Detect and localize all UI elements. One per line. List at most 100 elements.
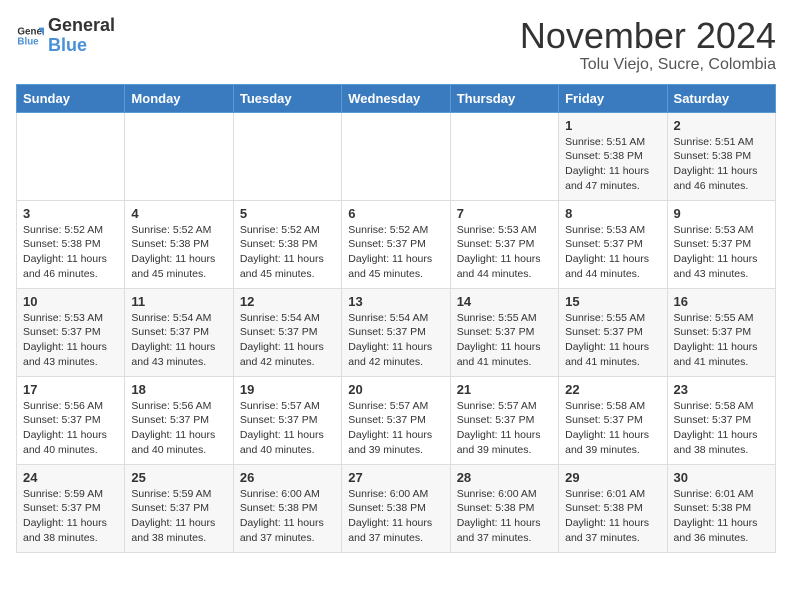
calendar-cell: 3 Sunrise: 5:52 AM Sunset: 5:38 PM Daylig… xyxy=(17,200,125,288)
day-number: 20 xyxy=(348,382,443,397)
calendar-cell: 21 Sunrise: 5:57 AM Sunset: 5:37 PM Dayli… xyxy=(450,376,558,464)
day-number: 25 xyxy=(131,470,226,485)
day-info: Sunrise: 6:01 AM Sunset: 5:38 PM Dayligh… xyxy=(674,487,769,546)
calendar-cell: 8Sunrise: 5:53 AM Sunset: 5:37 PM Daylig… xyxy=(559,200,667,288)
title-block: November 2024 Tolu Viejo, Sucre, Colombi… xyxy=(520,16,776,74)
day-info: Sunrise: 5:58 AM Sunset: 5:37 PM Dayligh… xyxy=(674,399,769,458)
logo-general-text: General xyxy=(48,16,115,36)
calendar-week-row: 1 Sunrise: 5:51 AM Sunset: 5:38 PM Daylig… xyxy=(17,112,776,200)
day-number: 2 xyxy=(674,118,769,133)
calendar-week-row: 24 Sunrise: 5:59 AM Sunset: 5:37 PM Dayli… xyxy=(17,464,776,552)
day-number: 30 xyxy=(674,470,769,485)
weekday-header-wednesday: Wednesday xyxy=(342,84,450,112)
calendar-cell: 18 Sunrise: 5:56 AM Sunset: 5:37 PM Dayli… xyxy=(125,376,233,464)
day-number: 9 xyxy=(674,206,769,221)
logo: General Blue General Blue xyxy=(16,16,115,56)
day-number: 27 xyxy=(348,470,443,485)
day-number: 11 xyxy=(131,294,226,309)
day-number: 24 xyxy=(23,470,118,485)
day-number: 6 xyxy=(348,206,443,221)
day-info: Sunrise: 5:54 AM Sunset: 5:37 PM Dayligh… xyxy=(240,311,335,370)
day-info: Sunrise: 5:52 AM Sunset: 5:38 PM Dayligh… xyxy=(131,223,226,282)
calendar-cell: 14 Sunrise: 5:55 AM Sunset: 5:37 PM Dayli… xyxy=(450,288,558,376)
day-number: 19 xyxy=(240,382,335,397)
calendar-cell: 15Sunrise: 5:55 AM Sunset: 5:37 PM Dayli… xyxy=(559,288,667,376)
day-info: Sunrise: 6:00 AM Sunset: 5:38 PM Dayligh… xyxy=(240,487,335,546)
day-number: 14 xyxy=(457,294,552,309)
day-number: 5 xyxy=(240,206,335,221)
calendar-cell: 9 Sunrise: 5:53 AM Sunset: 5:37 PM Daylig… xyxy=(667,200,775,288)
calendar-cell: 30 Sunrise: 6:01 AM Sunset: 5:38 PM Dayli… xyxy=(667,464,775,552)
day-number: 23 xyxy=(674,382,769,397)
day-info: Sunrise: 5:53 AM Sunset: 5:37 PM Dayligh… xyxy=(457,223,552,282)
day-info: Sunrise: 5:59 AM Sunset: 5:37 PM Dayligh… xyxy=(23,487,118,546)
day-number: 3 xyxy=(23,206,118,221)
calendar-cell xyxy=(450,112,558,200)
day-number: 12 xyxy=(240,294,335,309)
calendar-cell: 27 Sunrise: 6:00 AM Sunset: 5:38 PM Dayli… xyxy=(342,464,450,552)
day-number: 26 xyxy=(240,470,335,485)
day-info: Sunrise: 5:54 AM Sunset: 5:37 PM Dayligh… xyxy=(131,311,226,370)
calendar-cell: 7Sunrise: 5:53 AM Sunset: 5:37 PM Daylig… xyxy=(450,200,558,288)
month-year-title: November 2024 xyxy=(520,16,776,56)
calendar-cell: 10 Sunrise: 5:53 AM Sunset: 5:37 PM Dayli… xyxy=(17,288,125,376)
day-number: 18 xyxy=(131,382,226,397)
day-info: Sunrise: 5:51 AM Sunset: 5:38 PM Dayligh… xyxy=(565,135,660,194)
day-number: 10 xyxy=(23,294,118,309)
page-header: General Blue General Blue November 2024 … xyxy=(16,16,776,74)
day-info: Sunrise: 5:57 AM Sunset: 5:37 PM Dayligh… xyxy=(457,399,552,458)
svg-text:Blue: Blue xyxy=(17,36,39,47)
calendar-cell: 19 Sunrise: 5:57 AM Sunset: 5:37 PM Dayli… xyxy=(233,376,341,464)
day-number: 21 xyxy=(457,382,552,397)
calendar-cell xyxy=(125,112,233,200)
logo-icon: General Blue xyxy=(16,22,44,50)
day-number: 17 xyxy=(23,382,118,397)
day-info: Sunrise: 5:53 AM Sunset: 5:37 PM Dayligh… xyxy=(674,223,769,282)
day-info: Sunrise: 5:52 AM Sunset: 5:38 PM Dayligh… xyxy=(23,223,118,282)
day-number: 1 xyxy=(565,118,660,133)
calendar-cell: 13Sunrise: 5:54 AM Sunset: 5:37 PM Dayli… xyxy=(342,288,450,376)
calendar-cell: 29 Sunrise: 6:01 AM Sunset: 5:38 PM Dayli… xyxy=(559,464,667,552)
logo-blue-text: Blue xyxy=(48,36,115,56)
day-number: 29 xyxy=(565,470,660,485)
location-subtitle: Tolu Viejo, Sucre, Colombia xyxy=(520,56,776,74)
calendar-cell: 24 Sunrise: 5:59 AM Sunset: 5:37 PM Dayli… xyxy=(17,464,125,552)
day-info: Sunrise: 6:00 AM Sunset: 5:38 PM Dayligh… xyxy=(348,487,443,546)
day-info: Sunrise: 6:00 AM Sunset: 5:38 PM Dayligh… xyxy=(457,487,552,546)
weekday-header-thursday: Thursday xyxy=(450,84,558,112)
calendar-cell: 11 Sunrise: 5:54 AM Sunset: 5:37 PM Dayli… xyxy=(125,288,233,376)
day-info: Sunrise: 5:53 AM Sunset: 5:37 PM Dayligh… xyxy=(23,311,118,370)
weekday-header-tuesday: Tuesday xyxy=(233,84,341,112)
day-info: Sunrise: 5:56 AM Sunset: 5:37 PM Dayligh… xyxy=(131,399,226,458)
calendar-cell: 17 Sunrise: 5:56 AM Sunset: 5:37 PM Dayli… xyxy=(17,376,125,464)
calendar-cell: 2Sunrise: 5:51 AM Sunset: 5:38 PM Daylig… xyxy=(667,112,775,200)
calendar-week-row: 17 Sunrise: 5:56 AM Sunset: 5:37 PM Dayli… xyxy=(17,376,776,464)
calendar-cell: 5 Sunrise: 5:52 AM Sunset: 5:38 PM Daylig… xyxy=(233,200,341,288)
calendar-cell: 6 Sunrise: 5:52 AM Sunset: 5:37 PM Daylig… xyxy=(342,200,450,288)
day-info: Sunrise: 5:57 AM Sunset: 5:37 PM Dayligh… xyxy=(240,399,335,458)
day-info: Sunrise: 5:52 AM Sunset: 5:38 PM Dayligh… xyxy=(240,223,335,282)
calendar-header: SundayMondayTuesdayWednesdayThursdayFrid… xyxy=(17,84,776,112)
calendar-cell: 26 Sunrise: 6:00 AM Sunset: 5:38 PM Dayli… xyxy=(233,464,341,552)
day-info: Sunrise: 5:56 AM Sunset: 5:37 PM Dayligh… xyxy=(23,399,118,458)
day-info: Sunrise: 5:54 AM Sunset: 5:37 PM Dayligh… xyxy=(348,311,443,370)
day-info: Sunrise: 5:55 AM Sunset: 5:37 PM Dayligh… xyxy=(457,311,552,370)
calendar-table: SundayMondayTuesdayWednesdayThursdayFrid… xyxy=(16,84,776,553)
day-number: 28 xyxy=(457,470,552,485)
weekday-header-monday: Monday xyxy=(125,84,233,112)
day-number: 8 xyxy=(565,206,660,221)
calendar-cell xyxy=(17,112,125,200)
calendar-cell: 16Sunrise: 5:55 AM Sunset: 5:37 PM Dayli… xyxy=(667,288,775,376)
calendar-cell: 1 Sunrise: 5:51 AM Sunset: 5:38 PM Daylig… xyxy=(559,112,667,200)
day-info: Sunrise: 5:57 AM Sunset: 5:37 PM Dayligh… xyxy=(348,399,443,458)
calendar-week-row: 10 Sunrise: 5:53 AM Sunset: 5:37 PM Dayli… xyxy=(17,288,776,376)
weekday-header-saturday: Saturday xyxy=(667,84,775,112)
day-number: 22 xyxy=(565,382,660,397)
day-info: Sunrise: 6:01 AM Sunset: 5:38 PM Dayligh… xyxy=(565,487,660,546)
day-info: Sunrise: 5:52 AM Sunset: 5:37 PM Dayligh… xyxy=(348,223,443,282)
calendar-cell: 28 Sunrise: 6:00 AM Sunset: 5:38 PM Dayli… xyxy=(450,464,558,552)
weekday-header-friday: Friday xyxy=(559,84,667,112)
weekday-header-sunday: Sunday xyxy=(17,84,125,112)
day-number: 4 xyxy=(131,206,226,221)
calendar-cell: 25Sunrise: 5:59 AM Sunset: 5:37 PM Dayli… xyxy=(125,464,233,552)
